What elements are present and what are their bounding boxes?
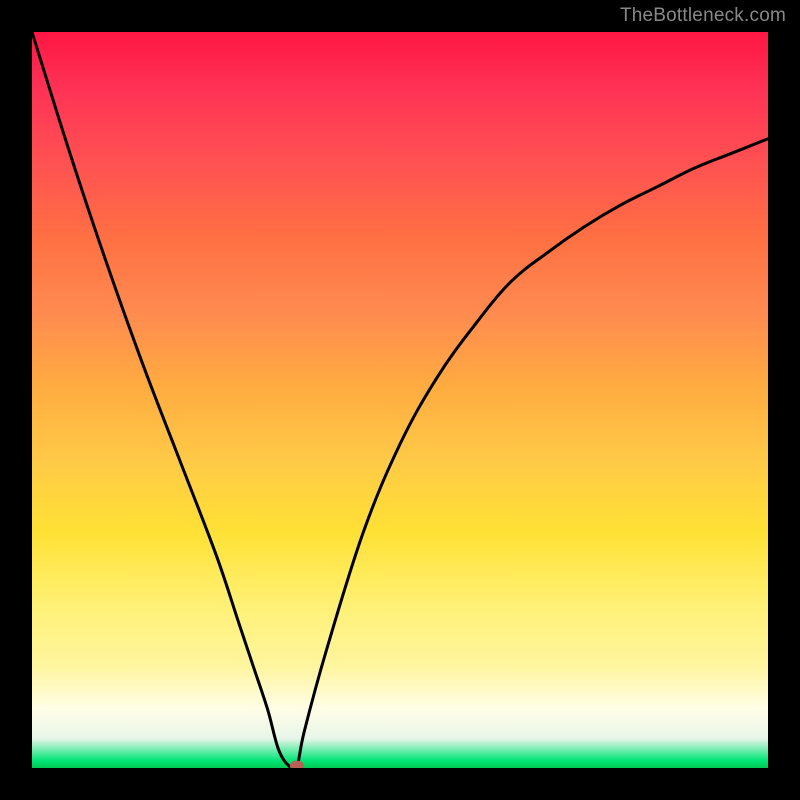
- curve-svg: [32, 32, 768, 768]
- bottleneck-curve: [32, 32, 768, 768]
- chart-plot-area: [32, 32, 768, 768]
- optimal-point-marker: [290, 760, 304, 768]
- watermark-text: TheBottleneck.com: [620, 5, 786, 27]
